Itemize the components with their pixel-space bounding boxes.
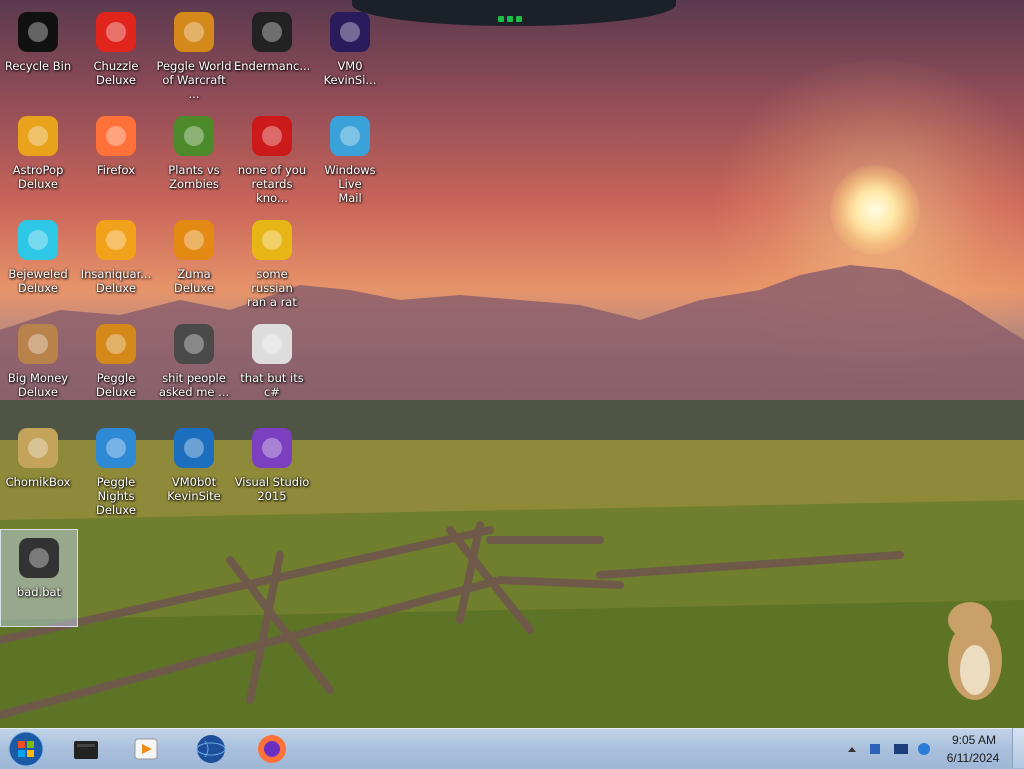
desktop-icon[interactable]: Bejeweled Deluxe (0, 212, 76, 308)
desktop-icon-label: Zuma Deluxe (174, 267, 214, 295)
desktop-icon-label: ChomikBox (5, 475, 71, 489)
desktop-icon-label: Endermanc... (234, 59, 311, 73)
desktop-icon[interactable]: some russian ran a rat (234, 212, 310, 309)
desktop-icon[interactable]: VM0b0t KevinSite (156, 420, 232, 516)
desktop-icon[interactable]: Firefox (78, 108, 154, 204)
desktop-icon[interactable]: none of you retards kno... (234, 108, 310, 205)
clock-date[interactable]: 6/11/2024 (940, 751, 1006, 765)
desktop-icon[interactable]: Windows Live Mail (312, 108, 388, 205)
desktop-icon[interactable]: Endermanc... (234, 4, 310, 100)
desktop-icon[interactable]: VM0 KevinSi... (312, 4, 388, 100)
desktop-icon[interactable]: Big Money Deluxe (0, 316, 76, 412)
peggle-nights-icon (92, 424, 140, 472)
astropop-icon (14, 112, 62, 160)
gem-icon (14, 216, 62, 264)
network-icon (870, 744, 880, 754)
mail-icon (326, 112, 374, 160)
zuma-icon (170, 216, 218, 264)
desktop-icon-label: AstroPop Deluxe (12, 163, 64, 191)
console-icon (74, 741, 98, 759)
peggle-icon (170, 8, 218, 56)
globe-icon (196, 735, 226, 763)
desktop-icon-label: Plants vs Zombies (168, 163, 220, 191)
desktop-icon-label: Recycle Bin (4, 59, 72, 73)
desktop-icon[interactable]: shit people asked me ... (156, 316, 232, 412)
desktop-icon-label: that but its c# (240, 371, 304, 399)
chuzzle-icon (92, 8, 140, 56)
vs-icon (248, 424, 296, 472)
media-player-icon (134, 738, 158, 760)
display-icon (894, 744, 908, 754)
desktop-icon[interactable]: ChomikBox (0, 420, 76, 516)
desktop-icon-label: Big Money Deluxe (7, 371, 69, 399)
desktop-icon-label: Bejeweled Deluxe (8, 267, 68, 295)
windows-stack-icon (248, 320, 296, 368)
recycle-bin-icon (14, 8, 62, 56)
desktop-icon-label: Peggle Deluxe (96, 371, 136, 399)
desktop-icon[interactable]: Peggle World of Warcraft ... (156, 4, 232, 101)
terminal-icon (248, 8, 296, 56)
desktop-icon[interactable]: bad.bat (0, 529, 78, 627)
desktop-icon-label: Chuzzle Deluxe (93, 59, 139, 87)
desktop-icon-label: bad.bat (16, 585, 62, 599)
system-tray (848, 743, 930, 755)
desktop-icon-label: Firefox (96, 163, 136, 177)
desktop-icon[interactable]: Peggle Nights Deluxe (78, 420, 154, 517)
show-desktop-button[interactable] (1012, 728, 1024, 768)
desktop-icon[interactable]: Recycle Bin (0, 4, 76, 100)
taskbar-globe[interactable] (189, 731, 233, 767)
desktop-icon-label: Visual Studio 2015 (234, 475, 310, 503)
desktop-icon[interactable]: AstroPop Deluxe (0, 108, 76, 204)
fish-icon (92, 216, 140, 264)
money-bag-icon (14, 320, 62, 368)
desktop-icon[interactable]: Chuzzle Deluxe (78, 4, 154, 100)
desktop-icon-label: none of you retards kno... (237, 163, 307, 205)
desktop-icon[interactable]: that but its c# (234, 316, 310, 412)
desktop-icon-label: Peggle World of Warcraft ... (156, 59, 232, 101)
desktop-icon[interactable]: Peggle Deluxe (78, 316, 154, 412)
folder-icon (170, 320, 218, 368)
show-hidden-icon (848, 747, 856, 752)
desktop-icon[interactable]: Insaniquar... Deluxe (78, 212, 154, 308)
desktop-icon-label: Insaniquar... Deluxe (80, 267, 152, 295)
taskbar-firefox[interactable] (250, 731, 294, 767)
desktop-icon[interactable]: Zuma Deluxe (156, 212, 232, 308)
desktop-icon-label: shit people asked me ... (158, 371, 230, 399)
hamster-box-icon (14, 424, 62, 472)
desktop-icon-label: VM0b0t KevinSite (167, 475, 221, 503)
desktop-icon-label: some russian ran a rat (247, 267, 297, 309)
clock-time[interactable]: 9:05 AM (946, 733, 1002, 747)
taskbar-media-player[interactable] (124, 731, 168, 767)
desktop-icon[interactable]: Visual Studio 2015 (234, 420, 310, 516)
gadget-indicator (498, 7, 528, 22)
desktop-icon-label: Windows Live Mail (324, 163, 376, 205)
red-logo-icon (248, 112, 296, 160)
de-icon (248, 216, 296, 264)
desktop-icon-label: Peggle Nights Deluxe (96, 475, 136, 517)
ie-icon (918, 743, 930, 755)
desktop[interactable]: Recycle Bin Chuzzle Deluxe Peggle World of… (0, 0, 1024, 728)
pvz-icon (170, 112, 218, 160)
batch-file-icon (15, 534, 63, 582)
firefox-icon (92, 112, 140, 160)
firefox-icon (258, 735, 286, 763)
taskbar-console[interactable] (64, 731, 108, 767)
desktop-icon[interactable]: Plants vs Zombies (156, 108, 232, 204)
windows-start-icon[interactable] (6, 731, 46, 767)
peggle-icon (92, 320, 140, 368)
desktop-icon-label: VM0 KevinSi... (323, 59, 377, 87)
vm-icon (170, 424, 218, 472)
firefox-file-icon (326, 8, 374, 56)
